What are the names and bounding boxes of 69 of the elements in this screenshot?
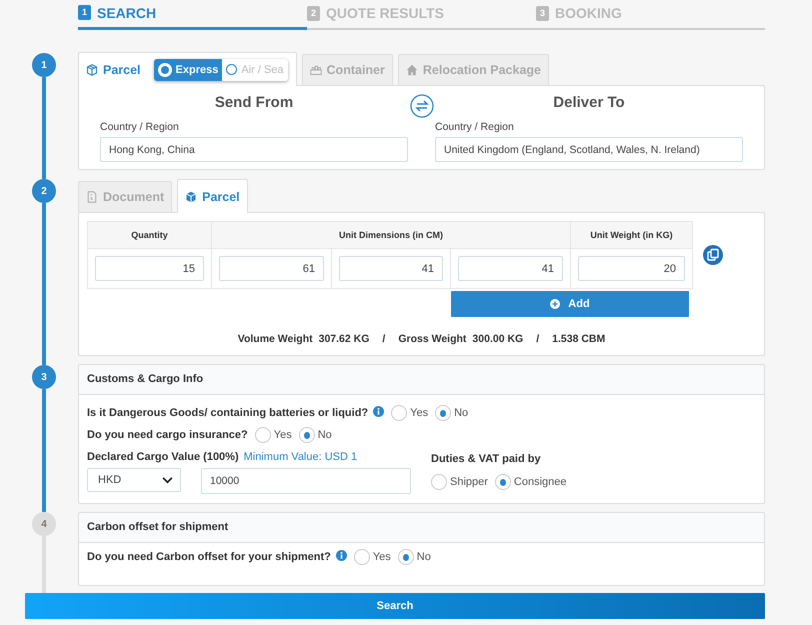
currency-select[interactable]: HKD — [87, 468, 181, 492]
question-text: Is it Dangerous Goods/ containing batteries or liquid? — [87, 407, 368, 419]
radio-option[interactable]: Yes — [254, 427, 292, 443]
radio-button[interactable] — [435, 405, 452, 421]
field-label: Country / Region — [100, 121, 180, 133]
panel-header: Carbon offset for shipment — [79, 513, 764, 543]
radio-option[interactable]: Shipper — [431, 474, 488, 490]
step-marker: 4 — [32, 512, 56, 536]
container-icon — [310, 64, 322, 76]
step-marker: 1 — [32, 53, 56, 77]
swap-icon[interactable] — [410, 94, 434, 118]
column-header: Unit Weight (in KG) — [571, 222, 693, 249]
copy-icon[interactable] — [703, 245, 723, 265]
add-button[interactable]: Add — [451, 291, 689, 317]
total-label: Gross Weight — [398, 333, 466, 345]
field-label: Declared Cargo Value (100%) — [87, 451, 239, 463]
info-icon[interactable] — [373, 406, 384, 416]
radio-button[interactable] — [391, 405, 408, 421]
search-button[interactable]: Search — [25, 593, 765, 619]
radio-button[interactable] — [354, 549, 370, 565]
column-header: Unit Dimensions (in CM) — [212, 222, 571, 249]
number-field[interactable]: 41 — [458, 256, 563, 281]
step-tab[interactable]: 1 SEARCH — [78, 0, 307, 30]
deliver-to-heading: Deliver To — [552, 94, 626, 111]
box-icon — [185, 190, 198, 202]
hint-text: Minimum Value: USD 1 — [244, 451, 358, 463]
radio-option[interactable]: No — [435, 405, 468, 421]
info-icon[interactable] — [336, 550, 347, 560]
number-field[interactable]: 15 — [95, 256, 204, 281]
destination-field[interactable]: United Kingdom (England, Scotland, Wales, N. Ireland) — [435, 137, 743, 162]
field-label: Duties & VAT paid by — [431, 453, 542, 465]
number-field[interactable]: 41 — [339, 256, 443, 281]
plus-icon — [550, 299, 560, 309]
separator: / — [536, 333, 540, 345]
radio-button[interactable] — [298, 427, 315, 443]
parcel-tab[interactable]: Parcel Express Air / Sea — [78, 52, 297, 86]
question-text: Do you need cargo insurance? — [87, 429, 248, 441]
document-icon — [86, 191, 98, 203]
number-field[interactable]: 20 — [578, 256, 685, 281]
panel-header: Customs & Cargo Info — [79, 365, 764, 395]
service-toggle[interactable]: Express Air / Sea — [154, 58, 288, 80]
radio-option[interactable]: No — [398, 549, 431, 565]
total-value: 300.00 KG — [472, 333, 524, 345]
radio-button[interactable] — [431, 474, 447, 490]
send-from-heading: Send From — [214, 94, 294, 111]
total-label: Volume Weight — [238, 333, 313, 345]
total-value: 1.538 CBM — [552, 333, 606, 345]
value-field[interactable]: 10000 — [201, 468, 411, 494]
origin-field[interactable]: Hong Kong, China — [100, 137, 408, 162]
radio-option[interactable]: Yes — [391, 405, 428, 421]
house-icon — [406, 64, 418, 76]
radio-button[interactable] — [398, 549, 414, 565]
radio-button[interactable] — [254, 427, 271, 443]
step-marker: 2 — [32, 179, 56, 203]
separator: / — [382, 333, 386, 345]
column-header: Quantity — [88, 222, 212, 249]
radio-option[interactable]: Consignee — [494, 474, 567, 490]
service-option[interactable]: Express — [154, 58, 222, 80]
question-text: Do you need Carbon offset for your shipment? — [87, 551, 331, 563]
number-field[interactable]: 61 — [219, 256, 324, 281]
total-value: 307.62 KG — [318, 333, 370, 345]
box-icon — [86, 64, 98, 76]
parcel-tab[interactable]: Parcel — [177, 179, 248, 213]
step-marker: 3 — [32, 365, 56, 389]
radio-option[interactable]: Yes — [354, 549, 391, 565]
field-label: Country / Region — [435, 121, 515, 133]
chevron-icon — [162, 476, 173, 484]
radio-button[interactable] — [494, 474, 511, 490]
radio-option[interactable]: No — [298, 427, 332, 443]
